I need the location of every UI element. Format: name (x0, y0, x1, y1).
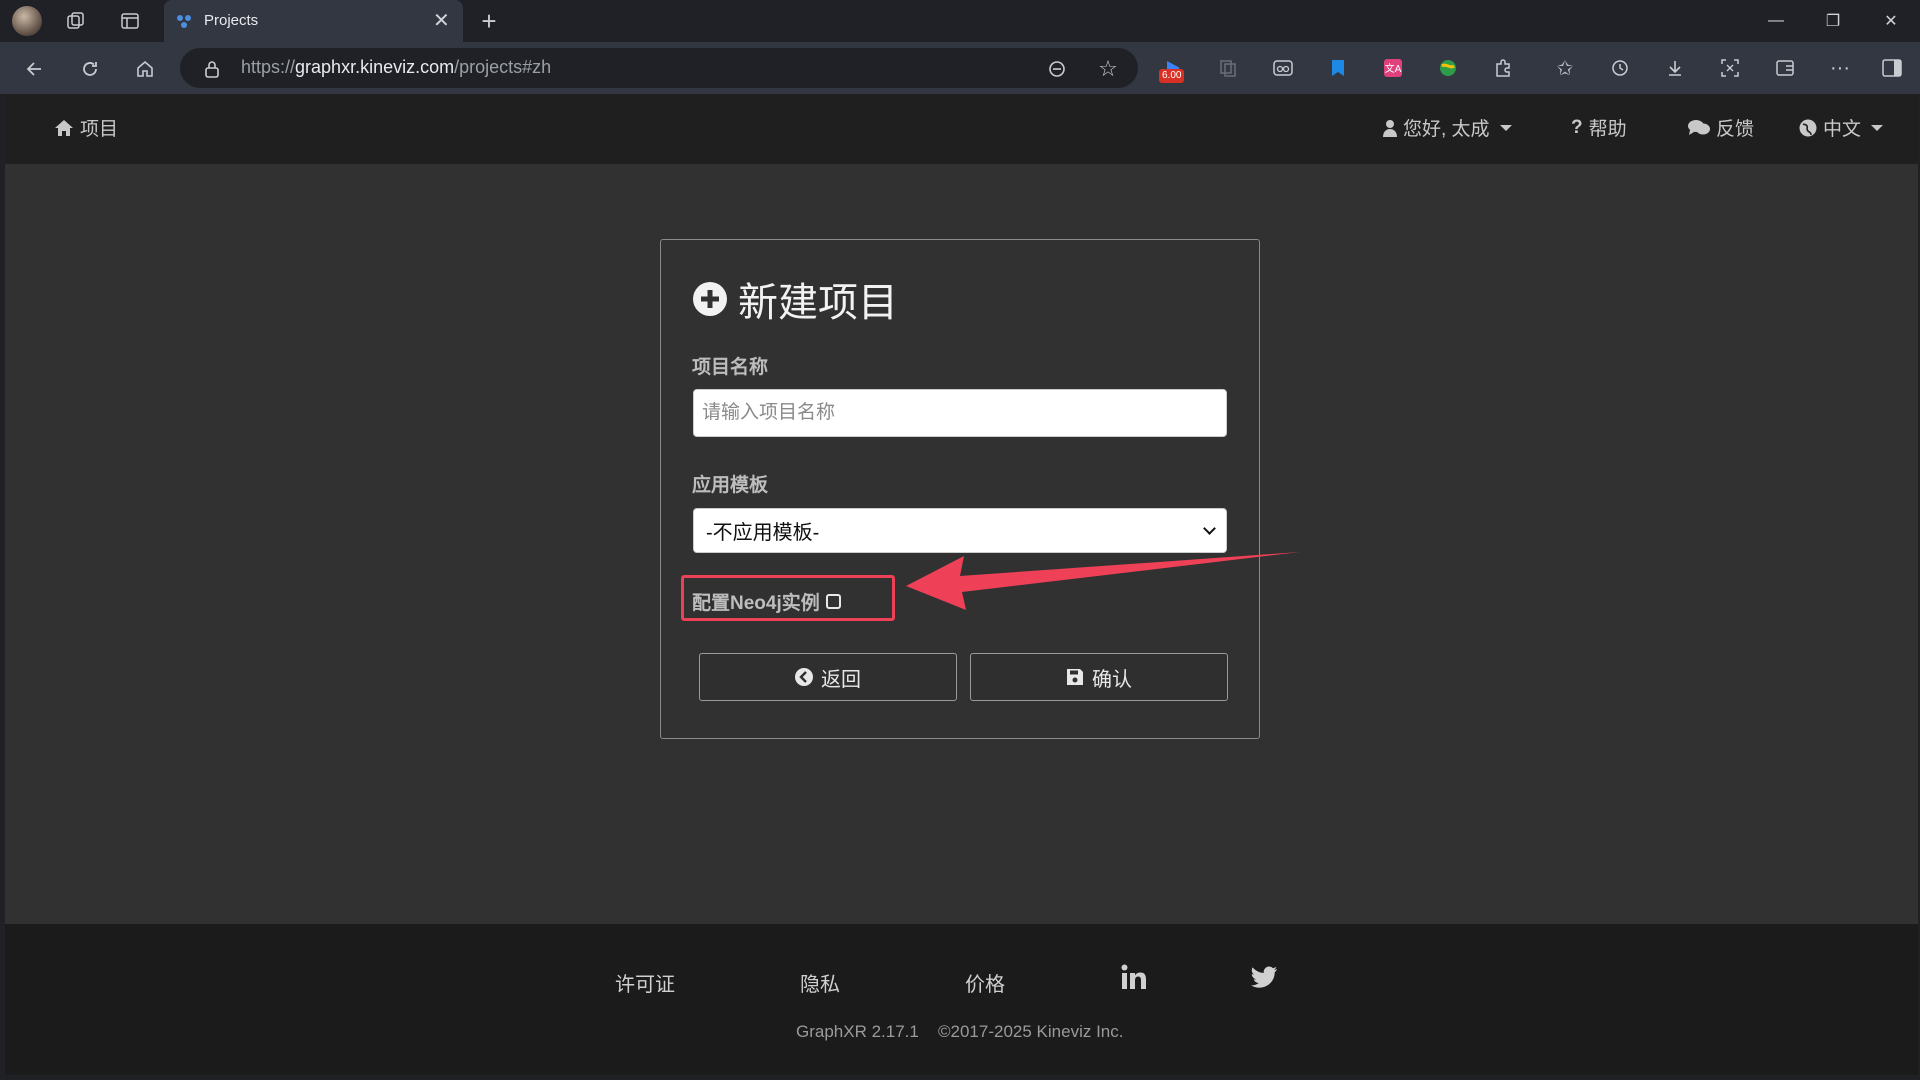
save-icon (1067, 669, 1083, 685)
project-name-input[interactable] (693, 389, 1227, 437)
neo4j-option[interactable]: 配置Neo4j实例 (692, 588, 841, 615)
template-select[interactable]: -不应用模板- (693, 508, 1227, 553)
page-footer (5, 924, 1918, 1078)
window-bottom-edge (0, 1075, 1920, 1080)
user-icon (1383, 119, 1397, 137)
footer-version: GraphXR 2.17.1 (796, 1022, 919, 1041)
screenshot-icon[interactable] (1718, 56, 1742, 80)
confirm-button[interactable]: 确认 (970, 653, 1228, 701)
restore-icon[interactable]: ❐ (1813, 8, 1853, 34)
question-icon: ? (1571, 116, 1583, 138)
back-button[interactable]: 返回 (699, 653, 957, 701)
page-title: 新建项目 (738, 281, 898, 325)
nav-projects-link[interactable]: 项目 (54, 114, 118, 141)
template-label: 应用模板 (692, 475, 769, 496)
url-path: /projects#zh (454, 57, 552, 77)
minimize-icon[interactable]: — (1756, 8, 1796, 34)
nav-feedback-link[interactable]: 反馈 (1688, 114, 1754, 141)
back-button-label: 返回 (821, 668, 861, 691)
comments-icon (1688, 119, 1710, 135)
nav-projects-label: 项目 (80, 119, 119, 140)
extension-badge: 6.00 (1159, 69, 1185, 83)
tab-actions-icon[interactable] (118, 9, 142, 33)
twitter-icon[interactable] (1250, 966, 1278, 990)
home-icon[interactable] (132, 56, 158, 82)
extension-globe-icon[interactable] (1436, 56, 1460, 80)
extensions-puzzle-icon[interactable] (1491, 56, 1515, 80)
url-prefix: https:// (241, 57, 296, 77)
caret-down-icon (1499, 124, 1512, 131)
confirm-button-label: 确认 (1092, 668, 1132, 691)
translate-page-icon[interactable] (1045, 57, 1069, 81)
footer-copyright: ©2017-2025 Kineviz Inc. (938, 1022, 1124, 1041)
neo4j-checkbox[interactable] (825, 594, 841, 609)
footer-pricing-link[interactable]: 价格 (965, 968, 1005, 997)
project-name-label: 项目名称 (692, 357, 769, 378)
caret-down-icon (1871, 124, 1884, 131)
profile-avatar[interactable] (12, 6, 42, 36)
nav-help-label: 帮助 (1588, 119, 1627, 140)
graphxr-favicon (175, 13, 193, 29)
footer-license-link[interactable]: 许可证 (615, 968, 675, 997)
nav-language-label: 中文 (1823, 119, 1862, 140)
reload-icon[interactable] (77, 56, 103, 82)
collections-icon[interactable] (1773, 56, 1797, 80)
back-icon[interactable] (22, 56, 48, 82)
url-host: graphxr.kineviz.com (295, 57, 455, 77)
chevron-circle-left-icon (795, 668, 813, 686)
workspaces-icon[interactable] (64, 9, 88, 33)
more-menu-icon[interactable]: ··· (1828, 56, 1852, 80)
linkedin-icon[interactable] (1121, 964, 1147, 990)
downloads-icon[interactable] (1663, 56, 1687, 80)
window-close-icon[interactable]: ✕ (1871, 8, 1911, 34)
nav-feedback-label: 反馈 (1716, 119, 1755, 140)
annotation-arrow (906, 552, 1300, 610)
template-selected-value: -不应用模板- (706, 522, 820, 544)
url-text[interactable]: https://graphxr.kineviz.com/projects#zh (241, 57, 551, 78)
extension-reader-icon[interactable] (1271, 56, 1295, 80)
favorite-star-icon[interactable]: ☆ (1096, 56, 1120, 81)
nav-user-menu[interactable]: 您好, 太成 (1383, 114, 1512, 141)
sidebar-toggle-icon[interactable] (1880, 56, 1904, 80)
app-navbar (5, 94, 1918, 164)
card-title: 新建项目 (692, 270, 898, 328)
new-tab-icon[interactable]: + (476, 6, 502, 36)
extension-bookmark-icon[interactable] (1326, 56, 1350, 80)
nav-language-menu[interactable]: 中文 (1799, 114, 1884, 141)
footer-privacy-link[interactable]: 隐私 (800, 968, 840, 997)
extension-copy-icon[interactable] (1216, 56, 1240, 80)
nav-user-label: 您好, 太成 (1403, 119, 1490, 140)
neo4j-label: 配置Neo4j实例 (692, 593, 820, 614)
chevron-down-icon (1203, 521, 1216, 535)
tab-close-icon[interactable]: ✕ (433, 9, 450, 33)
plus-circle-icon (693, 282, 727, 316)
tab-title: Projects (204, 12, 259, 29)
nav-help-link[interactable]: ? 帮助 (1571, 114, 1627, 141)
home-icon (55, 119, 73, 136)
favorites-icon[interactable]: ✩ (1553, 56, 1577, 80)
lock-icon[interactable] (201, 58, 223, 80)
history-icon[interactable] (1608, 56, 1632, 80)
globe-icon (1799, 119, 1817, 136)
svg-text:文A: 文A (1385, 62, 1402, 75)
extension-translate-icon[interactable]: 文A (1381, 56, 1405, 80)
